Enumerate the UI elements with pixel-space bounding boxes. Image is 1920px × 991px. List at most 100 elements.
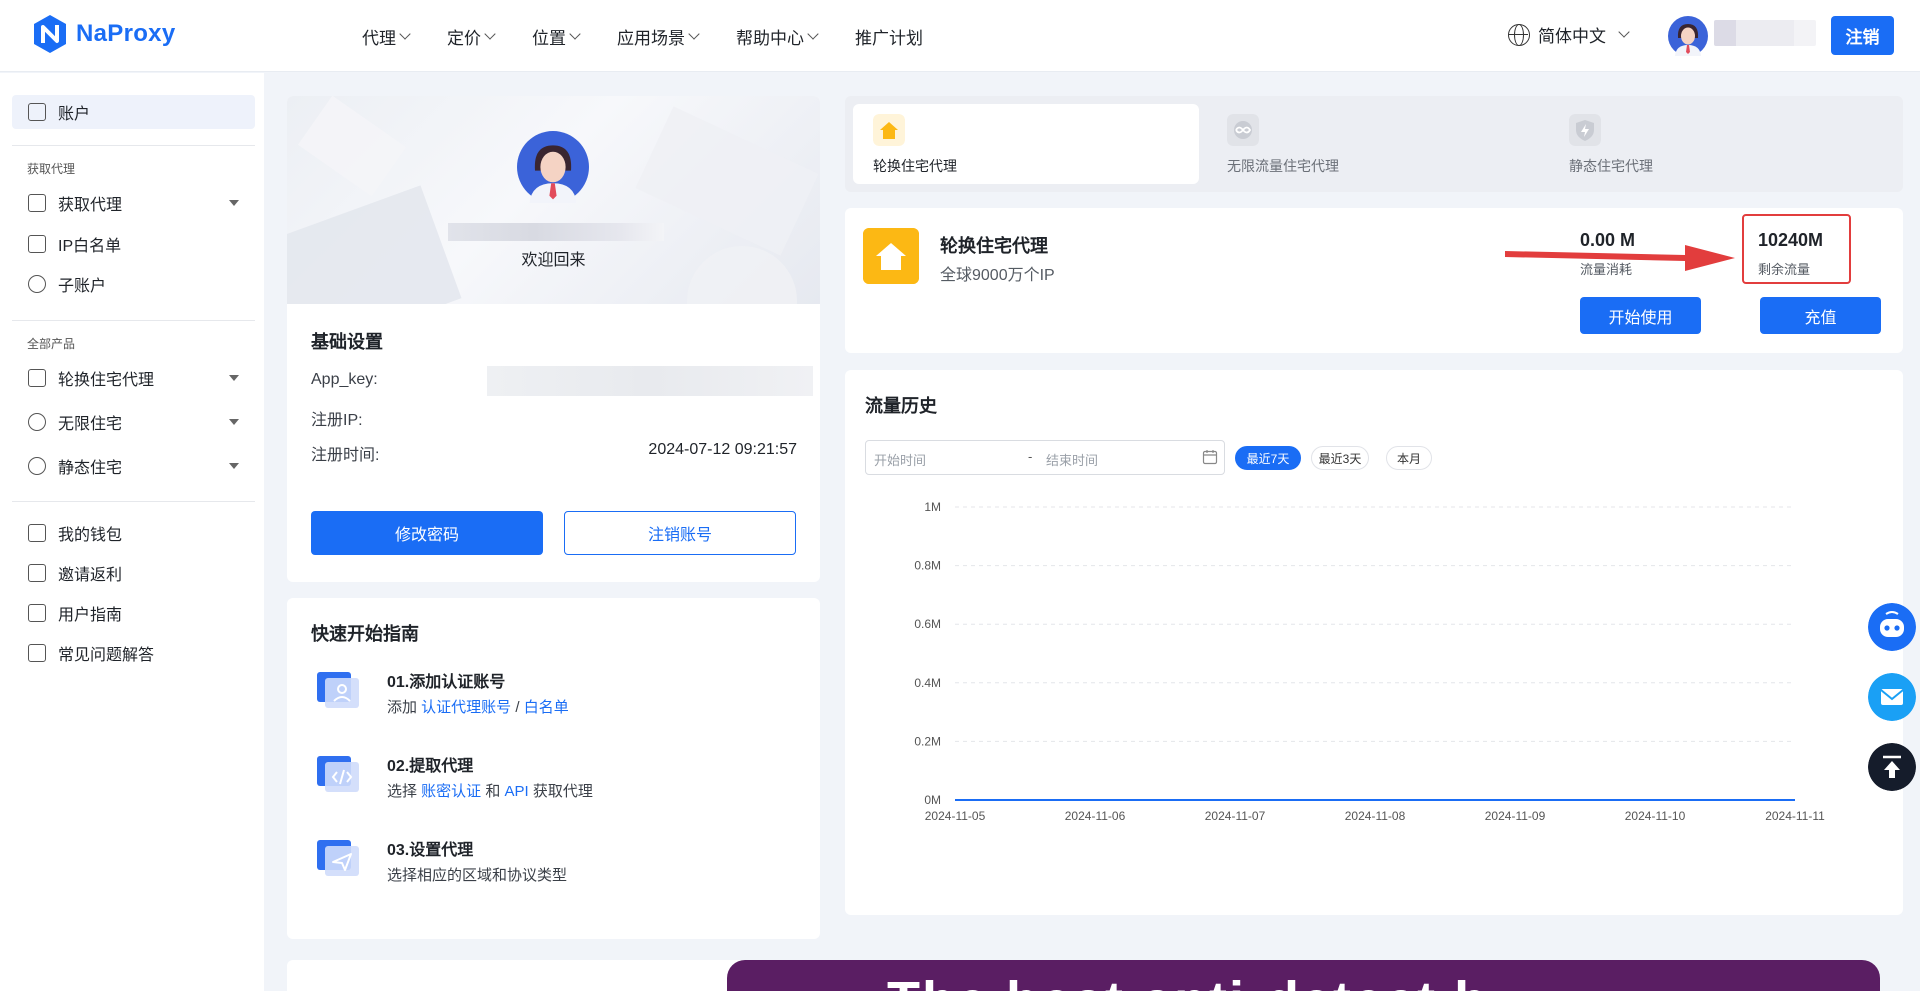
send-icon — [317, 840, 359, 876]
sidebar-item-faq[interactable]: 常见问题解答 — [12, 636, 255, 670]
tab-static-residential[interactable]: 静态住宅代理 — [1549, 104, 1895, 184]
wallet-icon — [28, 524, 46, 542]
chart-y-tick-label: 0M — [924, 793, 941, 807]
sidebar-item-sub-account[interactable]: 子账户 — [12, 267, 255, 301]
caret-down-icon — [229, 419, 239, 425]
delete-account-button[interactable]: 注销账号 — [564, 511, 796, 555]
start-using-button[interactable]: 开始使用 — [1580, 297, 1701, 334]
step-text: / — [511, 699, 524, 716]
sidebar-item-label: 无限住宅 — [58, 416, 123, 433]
sidebar-section-get-proxy: 获取代理 — [27, 162, 76, 176]
chart-y-tick-label: 0.2M — [914, 734, 941, 748]
welcome-text: 欢迎回来 — [521, 252, 586, 269]
top-header: NaProxy 代理 定价 位置 应用场景 帮助中心 推广计划 简体中文 注销 — [0, 0, 1920, 72]
globe-icon — [28, 413, 46, 431]
change-password-button[interactable]: 修改密码 — [311, 511, 543, 555]
chevron-down-icon — [484, 27, 496, 40]
sidebar-item-unlimited-residential[interactable]: 无限住宅 — [12, 405, 255, 439]
product-title: 轮换住宅代理 — [940, 236, 1048, 256]
sidebar-divider — [12, 145, 255, 146]
brand-logo[interactable]: NaProxy — [32, 14, 175, 54]
step-1-desc: 添加 认证代理账号 / 白名单 — [387, 696, 569, 717]
location-pin-icon — [28, 457, 46, 475]
sidebar-divider — [12, 320, 255, 321]
chevron-down-icon — [688, 27, 700, 40]
lock-user-icon — [28, 235, 46, 253]
whitelist-link[interactable]: 白名单 — [524, 699, 569, 716]
home-icon — [28, 369, 46, 387]
traffic-history-card: 流量历史 开始时间 - 结束时间 最近7天 最近3天 本月 0M 0.2M 0.4M… — [845, 370, 1903, 915]
back-to-top-button[interactable] — [1868, 743, 1916, 791]
recharge-button[interactable]: 充值 — [1760, 297, 1881, 334]
sidebar: 账户 获取代理 获取代理 IP白名单 子账户 全部产品 轮换住宅代理 无限住宅 … — [0, 73, 264, 991]
auth-proxy-account-link[interactable]: 认证代理账号 — [421, 699, 511, 716]
sidebar-item-label: 用户指南 — [58, 607, 123, 624]
sidebar-item-wallet[interactable]: 我的钱包 — [12, 516, 255, 550]
nav-use-cases[interactable]: 应用场景 — [617, 24, 700, 49]
step-text: 选择 — [387, 783, 422, 800]
logout-button[interactable]: 注销 — [1831, 16, 1894, 55]
nav-label: 定价 — [447, 28, 481, 48]
app-key-value-redacted — [487, 366, 813, 396]
nav-proxy[interactable]: 代理 — [362, 24, 411, 49]
filter-this-month[interactable]: 本月 — [1386, 446, 1432, 470]
sidebar-item-label: 获取代理 — [58, 197, 123, 214]
sidebar-item-ip-whitelist[interactable]: IP白名单 — [12, 227, 255, 261]
sidebar-item-user-guide[interactable]: 用户指南 — [12, 596, 255, 630]
sidebar-item-rotating-residential[interactable]: 轮换住宅代理 — [12, 361, 255, 395]
sidebar-item-label: 轮换住宅代理 — [58, 372, 155, 389]
registration-time-value: 2024-07-12 09:21:57 — [648, 441, 797, 458]
sidebar-divider — [12, 501, 255, 502]
annotation-highlight-box — [1742, 214, 1851, 284]
promo-text: The best anti-detect b — [887, 970, 1489, 991]
sidebar-item-referral[interactable]: 邀请返利 — [12, 556, 255, 590]
product-tabs: 轮换住宅代理 无限流量住宅代理 静态住宅代理 — [845, 96, 1903, 192]
sidebar-item-static-residential[interactable]: 静态住宅 — [12, 449, 255, 483]
quick-start-title: 快速开始指南 — [311, 624, 419, 644]
filter-last-7-days[interactable]: 最近7天 — [1235, 446, 1301, 470]
user-avatar[interactable] — [1668, 16, 1708, 56]
date-range-picker[interactable]: 开始时间 - 结束时间 — [865, 440, 1225, 475]
document-icon — [28, 604, 46, 622]
nav-affiliate[interactable]: 推广计划 — [855, 24, 923, 49]
app-key-label: App_key: — [311, 371, 378, 388]
infinity-icon — [1227, 114, 1259, 146]
profile-card: 欢迎回来 基础设置 App_key: 注册IP: 注册时间: 2024-07-1… — [287, 96, 820, 582]
annotation-arrow — [1505, 245, 1735, 271]
step-2-title: 02.提取代理 — [387, 758, 474, 775]
nav-pricing[interactable]: 定价 — [447, 24, 496, 49]
chatbot-button[interactable] — [1868, 603, 1916, 651]
traffic-chart: 0M 0.2M 0.4M 0.6M 0.8M 1M 2024-11-05 2024-11-06… — [914, 500, 1825, 823]
sidebar-item-get-proxy[interactable]: 获取代理 — [12, 186, 255, 220]
filter-last-3-days[interactable]: 最近3天 — [1311, 446, 1369, 470]
nav-help-center[interactable]: 帮助中心 — [736, 24, 819, 49]
profile-avatar — [517, 131, 589, 203]
end-date-input[interactable]: 结束时间 — [1046, 450, 1098, 469]
home-icon — [873, 114, 905, 146]
sidebar-item-label: 邀请返利 — [58, 567, 123, 584]
step-3-desc: 选择相应的区域和协议类型 — [387, 867, 568, 884]
username-redacted — [1714, 20, 1816, 46]
sidebar-item-account[interactable]: 账户 — [12, 95, 255, 129]
tab-rotating-residential[interactable]: 轮换住宅代理 — [853, 104, 1199, 184]
mail-button[interactable] — [1868, 673, 1916, 721]
user-icon — [28, 275, 46, 293]
tab-unlimited-residential[interactable]: 无限流量住宅代理 — [1207, 104, 1553, 184]
language-selector[interactable]: 简体中文 — [1508, 22, 1630, 47]
api-link[interactable]: API — [505, 783, 529, 800]
chevron-down-icon — [569, 27, 581, 40]
chart-x-tick-label: 2024-11-07 — [1205, 809, 1266, 823]
credential-auth-link[interactable]: 账密认证 — [421, 783, 481, 800]
promo-banner[interactable]: The best anti-detect b — [727, 960, 1880, 991]
step-2-desc: 选择 账密认证 和 API 获取代理 — [387, 780, 593, 801]
step-text: 获取代理 — [528, 783, 593, 800]
nav-locations[interactable]: 位置 — [532, 24, 581, 49]
username-redacted — [448, 223, 664, 241]
product-subtitle: 全球9000万个IP — [940, 267, 1055, 284]
sidebar-item-label: 账户 — [58, 106, 91, 123]
sidebar-item-label: 静态住宅 — [58, 460, 123, 477]
chart-x-tick-label: 2024-11-10 — [1625, 809, 1686, 823]
caret-down-icon — [229, 375, 239, 381]
nav-label: 帮助中心 — [736, 28, 804, 48]
start-date-input[interactable]: 开始时间 — [874, 450, 926, 469]
